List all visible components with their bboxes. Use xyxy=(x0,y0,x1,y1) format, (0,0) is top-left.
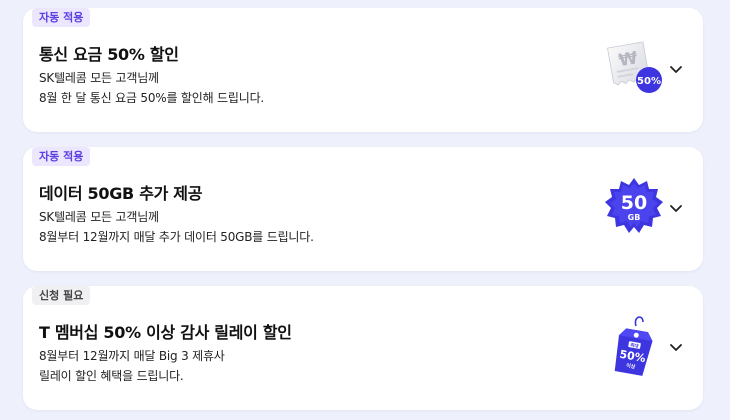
benefit-card-membership-relay[interactable]: 신청 필요 T 멤버십 50% 이상 감사 릴레이 할인 8월부터 12월까지 … xyxy=(23,286,703,410)
card-title: T 멤버십 50% 이상 감사 릴레이 할인 xyxy=(39,323,292,342)
won-symbol: ₩ xyxy=(617,48,639,71)
card-description-line-1: SK텔레콤 모든 고객님께 xyxy=(39,210,159,224)
card-description-line-2: 8월 한 달 통신 요금 50%를 할인해 드립니다. xyxy=(39,91,265,105)
chevron-down-icon[interactable] xyxy=(668,61,684,77)
data-amount-number: 50 xyxy=(621,192,647,214)
receipt-discount-icon: ₩ 50% xyxy=(607,41,662,93)
card-title: 데이터 50GB 추가 제공 xyxy=(39,184,203,203)
card-description-line-1: SK텔레콤 모든 고객님께 xyxy=(39,71,159,85)
benefit-card-extra-data[interactable]: 자동 적용 데이터 50GB 추가 제공 SK텔레콤 모든 고객님께 8월부터 … xyxy=(23,147,703,271)
auto-apply-badge: 자동 적용 xyxy=(32,8,91,27)
card-description-line-2: 릴레이 할인 혜택을 드립니다. xyxy=(39,369,184,383)
card-description-line-1: 8월부터 12월까지 매달 Big 3 제휴사 xyxy=(39,349,225,363)
chevron-down-icon[interactable] xyxy=(668,200,684,216)
data-unit-label: GB xyxy=(628,213,641,222)
card-description-line-2: 8월부터 12월까지 매달 추가 데이터 50GB를 드립니다. xyxy=(39,230,314,244)
price-tag-icon: 최대 50% 이상 xyxy=(614,316,653,376)
discount-percent-label: 50% xyxy=(637,76,661,87)
auto-apply-badge: 자동 적용 xyxy=(32,147,91,166)
application-required-badge: 신청 필요 xyxy=(32,286,91,305)
card-title: 통신 요금 50% 할인 xyxy=(39,45,179,64)
data-50gb-badge-icon: 50 GB xyxy=(605,178,663,233)
benefit-card-bill-discount[interactable]: 자동 적용 통신 요금 50% 할인 SK텔레콤 모든 고객님께 8월 한 달 … xyxy=(23,8,703,132)
chevron-down-icon[interactable] xyxy=(668,339,684,355)
